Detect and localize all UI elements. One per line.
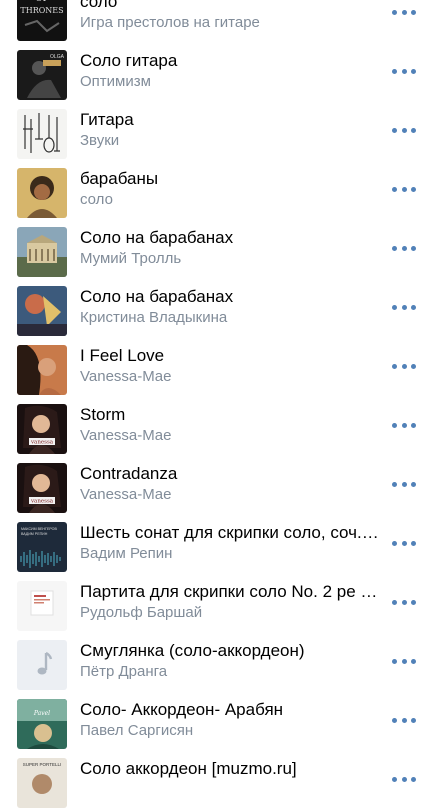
track-row-5[interactable]: Соло на барабанах Мумий Тролль [0, 216, 433, 277]
track-artist: Кристина Владыкина [80, 309, 228, 326]
more-options-icon[interactable] [392, 300, 416, 314]
svg-text:ВАДИМ РЕПИН: ВАДИМ РЕПИН [21, 532, 48, 536]
track-artist: Рудольф Баршай [80, 604, 203, 621]
track-artist: Вадим Репин [80, 545, 173, 562]
music-note-placeholder [17, 640, 67, 690]
track-row-14[interactable]: SUPER PORTELLI Соло аккордеон [muzmo.ru] [0, 747, 433, 808]
more-options-icon[interactable] [392, 713, 416, 727]
track-title: Соло на барабанах [80, 287, 234, 306]
theater-cover [17, 227, 67, 277]
track-title: I Feel Love [80, 346, 165, 365]
track-artist: Оптимизм [80, 73, 151, 90]
track-artist: Vanessa-Mae [80, 427, 172, 444]
accordion-cover-2: SUPER PORTELLI [17, 758, 67, 808]
track-artist: Мумий Тролль [80, 250, 182, 267]
vanessa-mae-cover: vanessa [17, 404, 67, 454]
track-row-8[interactable]: vanessa Storm Vanessa-Mae [0, 393, 433, 454]
track-title: Партита для скрипки соло No. 2 ре минор [80, 582, 380, 601]
track-artist: Игра престолов на гитаре [80, 14, 260, 31]
got-cover: OF THRONES [17, 0, 67, 41]
partita-cover [17, 581, 67, 631]
more-options-icon[interactable] [392, 654, 416, 668]
track-title: Смуглянка (соло-аккордеон) [80, 641, 305, 660]
svg-text:OLGA: OLGA [50, 54, 65, 60]
more-options-icon[interactable] [392, 772, 416, 786]
track-artist: соло [80, 191, 113, 208]
track-artist: Павел Саргисян [80, 722, 194, 739]
track-artist: Звуки [80, 132, 120, 149]
track-row-1[interactable]: OF THRONES соло Игра престолов на гитаре [0, 0, 433, 41]
instruments-sketch-cover [17, 109, 67, 159]
track-title: Соло аккордеон [muzmo.ru] [80, 759, 297, 778]
more-options-icon[interactable] [392, 418, 416, 432]
track-title: соло [80, 0, 118, 11]
track-row-11[interactable]: Партита для скрипки соло No. 2 ре минор … [0, 570, 433, 631]
svg-text:SUPER PORTELLI: SUPER PORTELLI [23, 762, 61, 767]
track-row-13[interactable]: Pavel Соло- Аккордеон- Арабян Павел Сарг… [0, 688, 433, 749]
more-options-icon[interactable] [392, 5, 416, 19]
svg-text:vanessa: vanessa [30, 440, 54, 446]
guitarist-cover: OLGA [17, 50, 67, 100]
svg-text:OF: OF [35, 0, 49, 4]
track-list: OFTHRONES соло Игра престолов на гитаре … [0, 0, 433, 808]
track-row-9[interactable]: vanessa Contradanza Vanessa-Mae [0, 452, 433, 513]
track-row-6[interactable]: Соло на барабанах Кристина Владыкина [0, 275, 433, 336]
more-options-icon[interactable] [392, 241, 416, 255]
more-options-icon[interactable] [392, 477, 416, 491]
accordion-cover: Pavel [17, 699, 67, 749]
track-title: барабаны [80, 169, 159, 188]
woman-portrait-cover [17, 345, 67, 395]
more-options-icon[interactable] [392, 536, 416, 550]
track-row-4[interactable]: барабаны соло [0, 157, 433, 218]
more-options-icon[interactable] [392, 182, 416, 196]
vanessa-mae-cover: vanessa [17, 463, 67, 513]
track-title: Шесть сонат для скрипки соло, соч. 27 [80, 523, 380, 542]
track-title: Contradanza [80, 464, 178, 483]
sonatas-cover: МАКСИМ ВЕНГЕРОВ ВАДИМ РЕПИН [17, 522, 67, 572]
track-artist: Пётр Дранга [80, 663, 168, 680]
track-row-2[interactable]: OLGA Соло гитара Оптимизм [0, 39, 433, 100]
track-title: Гитара [80, 110, 134, 129]
svg-text:МАКСИМ ВЕНГЕРОВ: МАКСИМ ВЕНГЕРОВ [21, 527, 57, 531]
svg-text:Pavel: Pavel [33, 710, 50, 717]
more-options-icon[interactable] [392, 123, 416, 137]
track-title: Соло на барабанах [80, 228, 234, 247]
track-row-10[interactable]: МАКСИМ ВЕНГЕРОВ ВАДИМ РЕПИН Шесть сонат д… [0, 511, 433, 572]
more-options-icon[interactable] [392, 64, 416, 78]
track-title: Соло гитара [80, 51, 178, 70]
track-artist: Vanessa-Mae [80, 486, 172, 503]
track-row-12[interactable]: Смуглянка (соло-аккордеон) Пётр Дранга [0, 629, 433, 690]
track-row-7[interactable]: I Feel Love Vanessa-Mae [0, 334, 433, 395]
album-art-cover [17, 286, 67, 336]
track-artist: Vanessa-Mae [80, 368, 172, 385]
svg-text:THRONES: THRONES [20, 6, 63, 15]
track-title: Соло- Аккордеон- Арабян [80, 700, 284, 719]
more-options-icon[interactable] [392, 595, 416, 609]
track-title: Storm [80, 405, 126, 424]
svg-text:vanessa: vanessa [30, 499, 54, 505]
more-options-icon[interactable] [392, 359, 416, 373]
portrait-cover [17, 168, 67, 218]
track-row-3[interactable]: Гитара Звуки [0, 98, 433, 159]
